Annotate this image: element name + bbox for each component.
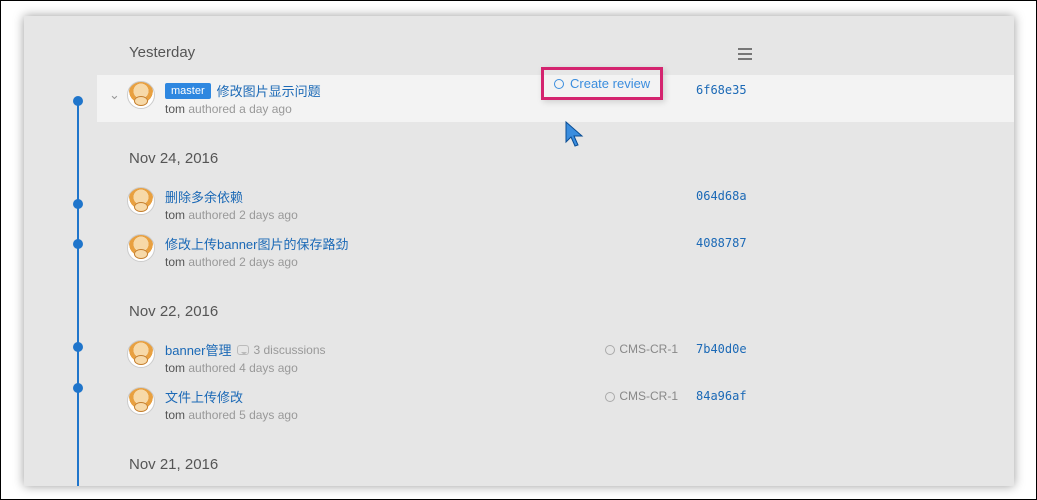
commit-row: 文件上传修改 tom authored 5 days ago CMS-CR-1 … [97, 381, 1014, 428]
group-label: Yesterday [129, 44, 195, 61]
authored-time: authored a day ago [188, 102, 291, 116]
content-column: Yesterday ⌄ master 修改图片显示问题 tom authored… [97, 16, 1014, 486]
menu-icon[interactable] [738, 48, 752, 60]
author-name[interactable]: tom [165, 255, 185, 269]
group-header-nov24: Nov 24, 2016 [97, 122, 1014, 181]
commits-panel: Yesterday ⌄ master 修改图片显示问题 tom authored… [24, 16, 1014, 486]
group-label: Nov 24, 2016 [129, 150, 218, 167]
author-name[interactable]: tom [165, 102, 185, 116]
review-link[interactable]: CMS-CR-1 [605, 389, 678, 403]
review-id: CMS-CR-1 [619, 342, 678, 356]
review-id: CMS-CR-1 [619, 389, 678, 403]
author-name[interactable]: tom [165, 208, 185, 222]
authored-time: authored 2 days ago [188, 255, 297, 269]
commit-title[interactable]: 修改图片显示问题 [217, 81, 321, 100]
person-icon [554, 79, 564, 89]
commit-row: banner管理 3 discussions tom authored 4 da… [97, 334, 1014, 381]
screenshot-frame: Yesterday ⌄ master 修改图片显示问题 tom authored… [0, 0, 1037, 500]
author-name[interactable]: tom [165, 361, 185, 375]
timeline-dot [73, 239, 83, 249]
commit-row: ⌄ master 修改图片显示问题 tom authored a day ago… [97, 75, 1014, 122]
commit-row: 修改上传banner图片的保存路劲 tom authored 2 days ag… [97, 228, 1014, 275]
authored-time: authored 4 days ago [188, 361, 297, 375]
author-name[interactable]: tom [165, 408, 185, 422]
branch-tag[interactable]: master [165, 83, 211, 99]
avatar[interactable] [127, 81, 155, 109]
commit-row: 删除多余依赖 tom authored 2 days ago 064d68a [97, 181, 1014, 228]
group-label: Nov 21, 2016 [129, 456, 218, 473]
group-label: Nov 22, 2016 [129, 303, 218, 320]
person-icon [605, 392, 615, 402]
timeline-dot [73, 342, 83, 352]
commit-title[interactable]: 删除多余依赖 [165, 187, 243, 206]
authored-time: authored 5 days ago [188, 408, 297, 422]
commit-title[interactable]: 文件上传修改 [165, 387, 243, 406]
commit-hash[interactable]: 4088787 [696, 236, 754, 250]
chevron-down-icon[interactable]: ⌄ [109, 87, 121, 103]
create-review-button[interactable]: Create review [541, 67, 663, 100]
timeline-rail [77, 104, 79, 486]
discussions-count: 3 discussions [253, 343, 325, 357]
discussions-badge[interactable]: 3 discussions [237, 343, 325, 357]
timeline-dot [73, 383, 83, 393]
commit-hash[interactable]: 6f68e35 [696, 83, 754, 97]
person-icon [605, 345, 615, 355]
avatar[interactable] [127, 387, 155, 415]
comment-icon [237, 345, 249, 355]
commit-hash[interactable]: 84a96af [696, 389, 754, 403]
review-link[interactable]: CMS-CR-1 [605, 342, 678, 356]
commit-meta: tom authored a day ago [165, 102, 696, 116]
commit-hash[interactable]: 7b40d0e [696, 342, 754, 356]
commit-right: 6f68e35 [696, 83, 754, 97]
group-header-nov21: Nov 21, 2016 [97, 428, 1014, 486]
commit-title[interactable]: banner管理 [165, 340, 231, 359]
authored-time: authored 2 days ago [188, 208, 297, 222]
group-header-nov22: Nov 22, 2016 [97, 275, 1014, 334]
avatar[interactable] [127, 187, 155, 215]
avatar[interactable] [127, 340, 155, 368]
commit-title[interactable]: 修改上传banner图片的保存路劲 [165, 234, 348, 253]
avatar[interactable] [127, 234, 155, 262]
create-review-label: Create review [570, 76, 650, 91]
timeline-dot [73, 96, 83, 106]
timeline-dot [73, 199, 83, 209]
commit-hash[interactable]: 064d68a [696, 189, 754, 203]
